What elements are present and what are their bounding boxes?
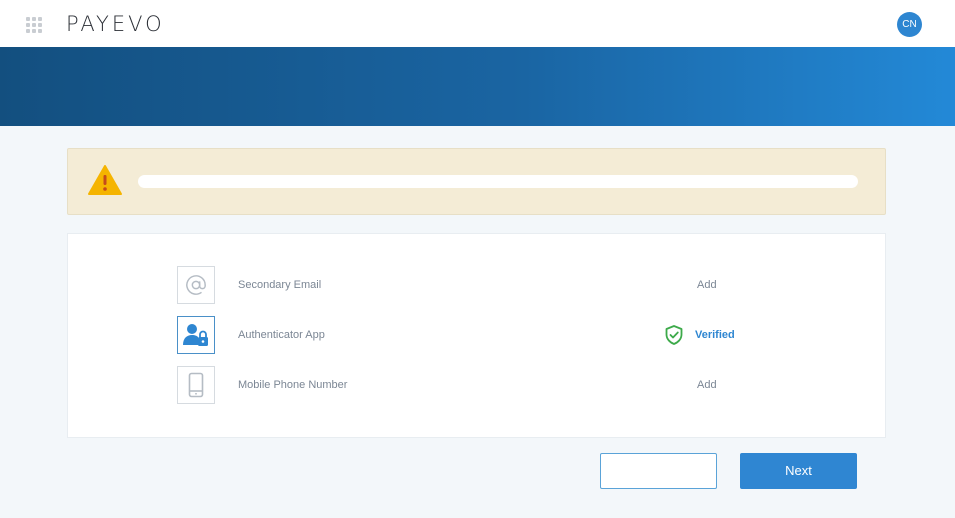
avatar[interactable]: CN [897,12,922,37]
at-sign-icon [177,266,215,304]
add-mobile-phone-link[interactable]: Add [697,379,717,391]
verification-methods-card: Secondary Email Add Authenticator App Ve… [67,233,886,438]
warning-box [67,148,886,215]
method-label: Secondary Email [238,279,322,291]
method-row-mobile-phone: Mobile Phone Number Add [177,366,777,404]
verified-label: Verified [695,329,735,341]
method-row-secondary-email: Secondary Email Add [177,266,777,304]
top-bar: PAYEVO CN [0,0,955,47]
warning-message-placeholder [138,175,858,188]
method-label: Authenticator App [238,329,325,341]
shield-check-icon [665,325,683,345]
header-banner [0,47,955,126]
warning-icon [88,165,122,195]
verified-status: Verified [665,325,735,345]
method-label: Mobile Phone Number [238,379,348,391]
next-button[interactable]: Next [740,453,857,489]
logo: PAYEVO [66,12,165,36]
mobile-phone-icon [177,366,215,404]
method-row-authenticator-app: Authenticator App Verified [177,316,777,354]
user-lock-icon [177,316,215,354]
app-launcher-icon[interactable] [26,17,42,33]
add-secondary-email-link[interactable]: Add [697,279,717,291]
back-button[interactable] [600,453,717,489]
